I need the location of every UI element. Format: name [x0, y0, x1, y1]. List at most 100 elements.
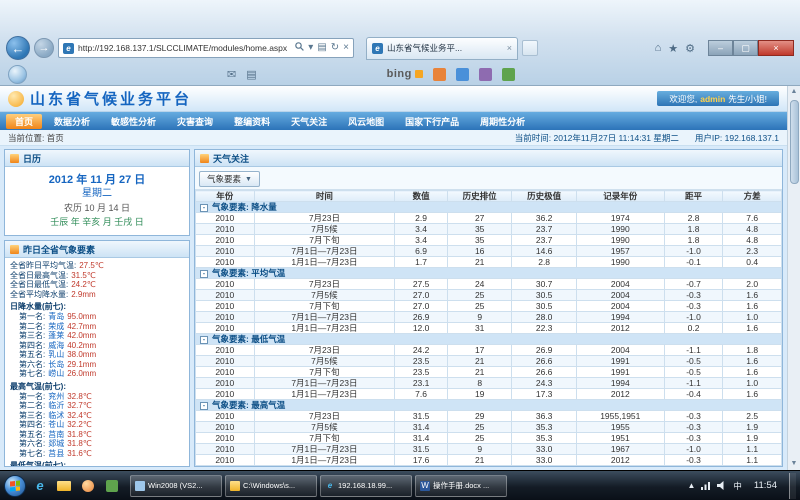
element-filter-button[interactable]: 气象要素 ▼ [199, 171, 260, 187]
station-link[interactable]: 临沭 [48, 411, 64, 420]
table-row[interactable]: 20107月5候27.02530.52004-0.31.6 [196, 290, 782, 301]
toolbar-logo[interactable] [8, 65, 27, 84]
weather-summary-item: 全省昨日平均气温:27.5℃ [10, 261, 184, 271]
address-bar[interactable]: e http://192.168.137.1/SLCCLIMATE/module… [58, 38, 354, 58]
start-button[interactable] [4, 475, 26, 497]
vertical-scrollbar[interactable]: ▲ ▼ [787, 86, 800, 470]
table-group-row[interactable]: -气象要素: 最低气温 [196, 334, 782, 345]
table-row[interactable]: 20107月下旬27.02530.52004-0.31.6 [196, 301, 782, 312]
plugin-icon-green[interactable] [502, 68, 515, 81]
taskbar-task-button[interactable]: e192.168.18.99... [320, 475, 412, 497]
table-row[interactable]: 20107月下旬3.43523.719901.84.8 [196, 235, 782, 246]
browser-tab[interactable]: e 山东省气候业务平... × [366, 37, 518, 60]
scroll-down-icon[interactable]: ▼ [791, 458, 798, 470]
refresh-icon[interactable]: ↻ [331, 43, 339, 53]
table-row[interactable]: 20107月5候3.43523.719901.84.8 [196, 224, 782, 235]
taskbar-task-button[interactable]: W操作手册.docx ... [415, 475, 507, 497]
table-row[interactable]: 20107月1日—7月23日31.5933.01967-1.01.1 [196, 444, 782, 455]
station-link[interactable]: 临沂 [48, 401, 64, 410]
taskbar-ie-icon[interactable]: e [30, 476, 50, 496]
bing-logo[interactable]: bing [387, 68, 423, 80]
window-close-button[interactable]: × [758, 40, 794, 56]
station-link[interactable]: 蓬莱 [48, 331, 64, 340]
nav-item[interactable]: 数据分析 [45, 114, 99, 129]
collapse-icon[interactable]: - [200, 336, 208, 344]
table-row[interactable]: 20107月1日—7月23日26.9928.01994-1.01.0 [196, 312, 782, 323]
station-link[interactable]: 威海 [48, 341, 64, 350]
plugin-icon-blue[interactable] [456, 68, 469, 81]
url-text[interactable]: http://192.168.137.1/SLCCLIMATE/modules/… [78, 43, 291, 53]
tab-close-icon[interactable]: × [507, 43, 512, 53]
collapse-icon[interactable]: - [200, 204, 208, 212]
table-row[interactable]: 20107月下旬31.42535.31951-0.31.9 [196, 433, 782, 444]
hidden-icons-chevron[interactable]: ▲ [687, 482, 695, 490]
station-link[interactable]: 青岛 [48, 312, 64, 321]
table-row[interactable]: 20101月1日—7月23日12.03122.320120.21.6 [196, 323, 782, 334]
window-minimize-button[interactable]: – [708, 40, 733, 56]
taskbar-media-player-icon[interactable] [78, 476, 98, 496]
table-row[interactable]: 20107月下旬23.52126.61991-0.51.6 [196, 367, 782, 378]
search-icon[interactable] [295, 42, 304, 54]
compatibility-view-icon[interactable]: ▤ [317, 43, 326, 53]
nav-item[interactable]: 整编资料 [225, 114, 279, 129]
scrollbar-thumb[interactable] [790, 100, 799, 184]
table-row[interactable]: 20107月1日—7月23日23.1824.31994-1.11.0 [196, 378, 782, 389]
nav-item[interactable]: 风云地图 [339, 114, 393, 129]
station-link[interactable]: 苍山 [48, 420, 64, 429]
window-maximize-button[interactable]: ▢ [733, 40, 758, 56]
table-group-row[interactable]: -气象要素: 最高气温 [196, 400, 782, 411]
plugin-icon-purple[interactable] [479, 68, 492, 81]
table-cell: -0.3 [664, 290, 723, 301]
home-icon[interactable]: ⌂ [655, 42, 662, 54]
stop-icon[interactable]: × [343, 43, 349, 53]
station-link[interactable]: 莒南 [48, 430, 64, 439]
nav-item[interactable]: 首页 [6, 114, 42, 129]
plugin-icon-orange[interactable] [433, 68, 446, 81]
browser-forward-button[interactable]: → [34, 38, 54, 58]
table-row[interactable]: 20101月1日—7月23日17.62133.02012-0.31.1 [196, 455, 782, 466]
autocomplete-dropdown-icon[interactable]: ▾ [308, 43, 313, 53]
taskbar-task-button[interactable]: Win2008 (VS2... [130, 475, 222, 497]
table-row[interactable]: 20107月23日31.52936.31955,1951-0.32.5 [196, 411, 782, 422]
taskbar-clock[interactable]: 11:54 [748, 480, 783, 491]
station-link[interactable]: 崂山 [48, 369, 64, 378]
taskbar-explorer-icon[interactable] [54, 476, 74, 496]
station-link[interactable]: 郯城 [48, 439, 64, 448]
table-row[interactable]: 20107月23日27.52430.72004-0.72.0 [196, 279, 782, 290]
table-row[interactable]: 20107月5候23.52126.61991-0.51.6 [196, 356, 782, 367]
table-row[interactable]: 20107月1日—7月23日6.91614.61957-1.02.3 [196, 246, 782, 257]
tools-gear-icon[interactable]: ⚙ [685, 42, 695, 55]
mail-icon[interactable]: ✉ [227, 68, 236, 81]
nav-item[interactable]: 敏感性分析 [102, 114, 165, 129]
document-icon[interactable]: ▤ [246, 68, 256, 81]
station-link[interactable]: 长岛 [48, 360, 64, 369]
table-row[interactable]: 20107月23日24.21726.92004-1.11.8 [196, 345, 782, 356]
show-desktop-button[interactable] [789, 473, 796, 499]
nav-item[interactable]: 天气关注 [282, 114, 336, 129]
network-icon[interactable] [701, 481, 711, 490]
new-tab-button[interactable] [522, 40, 538, 56]
table-group-row[interactable]: -气象要素: 平均气温 [196, 268, 782, 279]
table-row[interactable]: 20101月1日—7月23日1.7212.81990-0.10.4 [196, 257, 782, 268]
weather-rank-item: 第三名:蓬莱42.0mm [10, 331, 184, 341]
collapse-icon[interactable]: - [200, 402, 208, 410]
browser-back-button[interactable]: ← [6, 36, 30, 60]
station-link[interactable]: 莒县 [48, 449, 64, 458]
station-link[interactable]: 荣成 [48, 322, 64, 331]
taskbar-app-icon[interactable] [102, 476, 122, 496]
taskbar-task-button[interactable]: C:\Windows\s... [225, 475, 317, 497]
table-row[interactable]: 20107月5候31.42535.31955-0.31.9 [196, 422, 782, 433]
nav-item[interactable]: 灾害查询 [168, 114, 222, 129]
table-row[interactable]: 20107月23日2.92736.219742.87.6 [196, 213, 782, 224]
station-link[interactable]: 兖州 [48, 392, 64, 401]
nav-item[interactable]: 国家下行产品 [396, 114, 468, 129]
station-link[interactable]: 乳山 [48, 350, 64, 359]
language-indicator[interactable]: 中 [733, 480, 742, 492]
favorites-star-icon[interactable]: ★ [668, 42, 678, 55]
nav-item[interactable]: 周期性分析 [471, 114, 534, 129]
table-group-row[interactable]: -气象要素: 降水量 [196, 202, 782, 213]
volume-icon[interactable] [717, 481, 727, 490]
table-row[interactable]: 20101月1日—7月23日7.61917.32012-0.41.6 [196, 389, 782, 400]
scroll-up-icon[interactable]: ▲ [791, 86, 798, 98]
collapse-icon[interactable]: - [200, 270, 208, 278]
